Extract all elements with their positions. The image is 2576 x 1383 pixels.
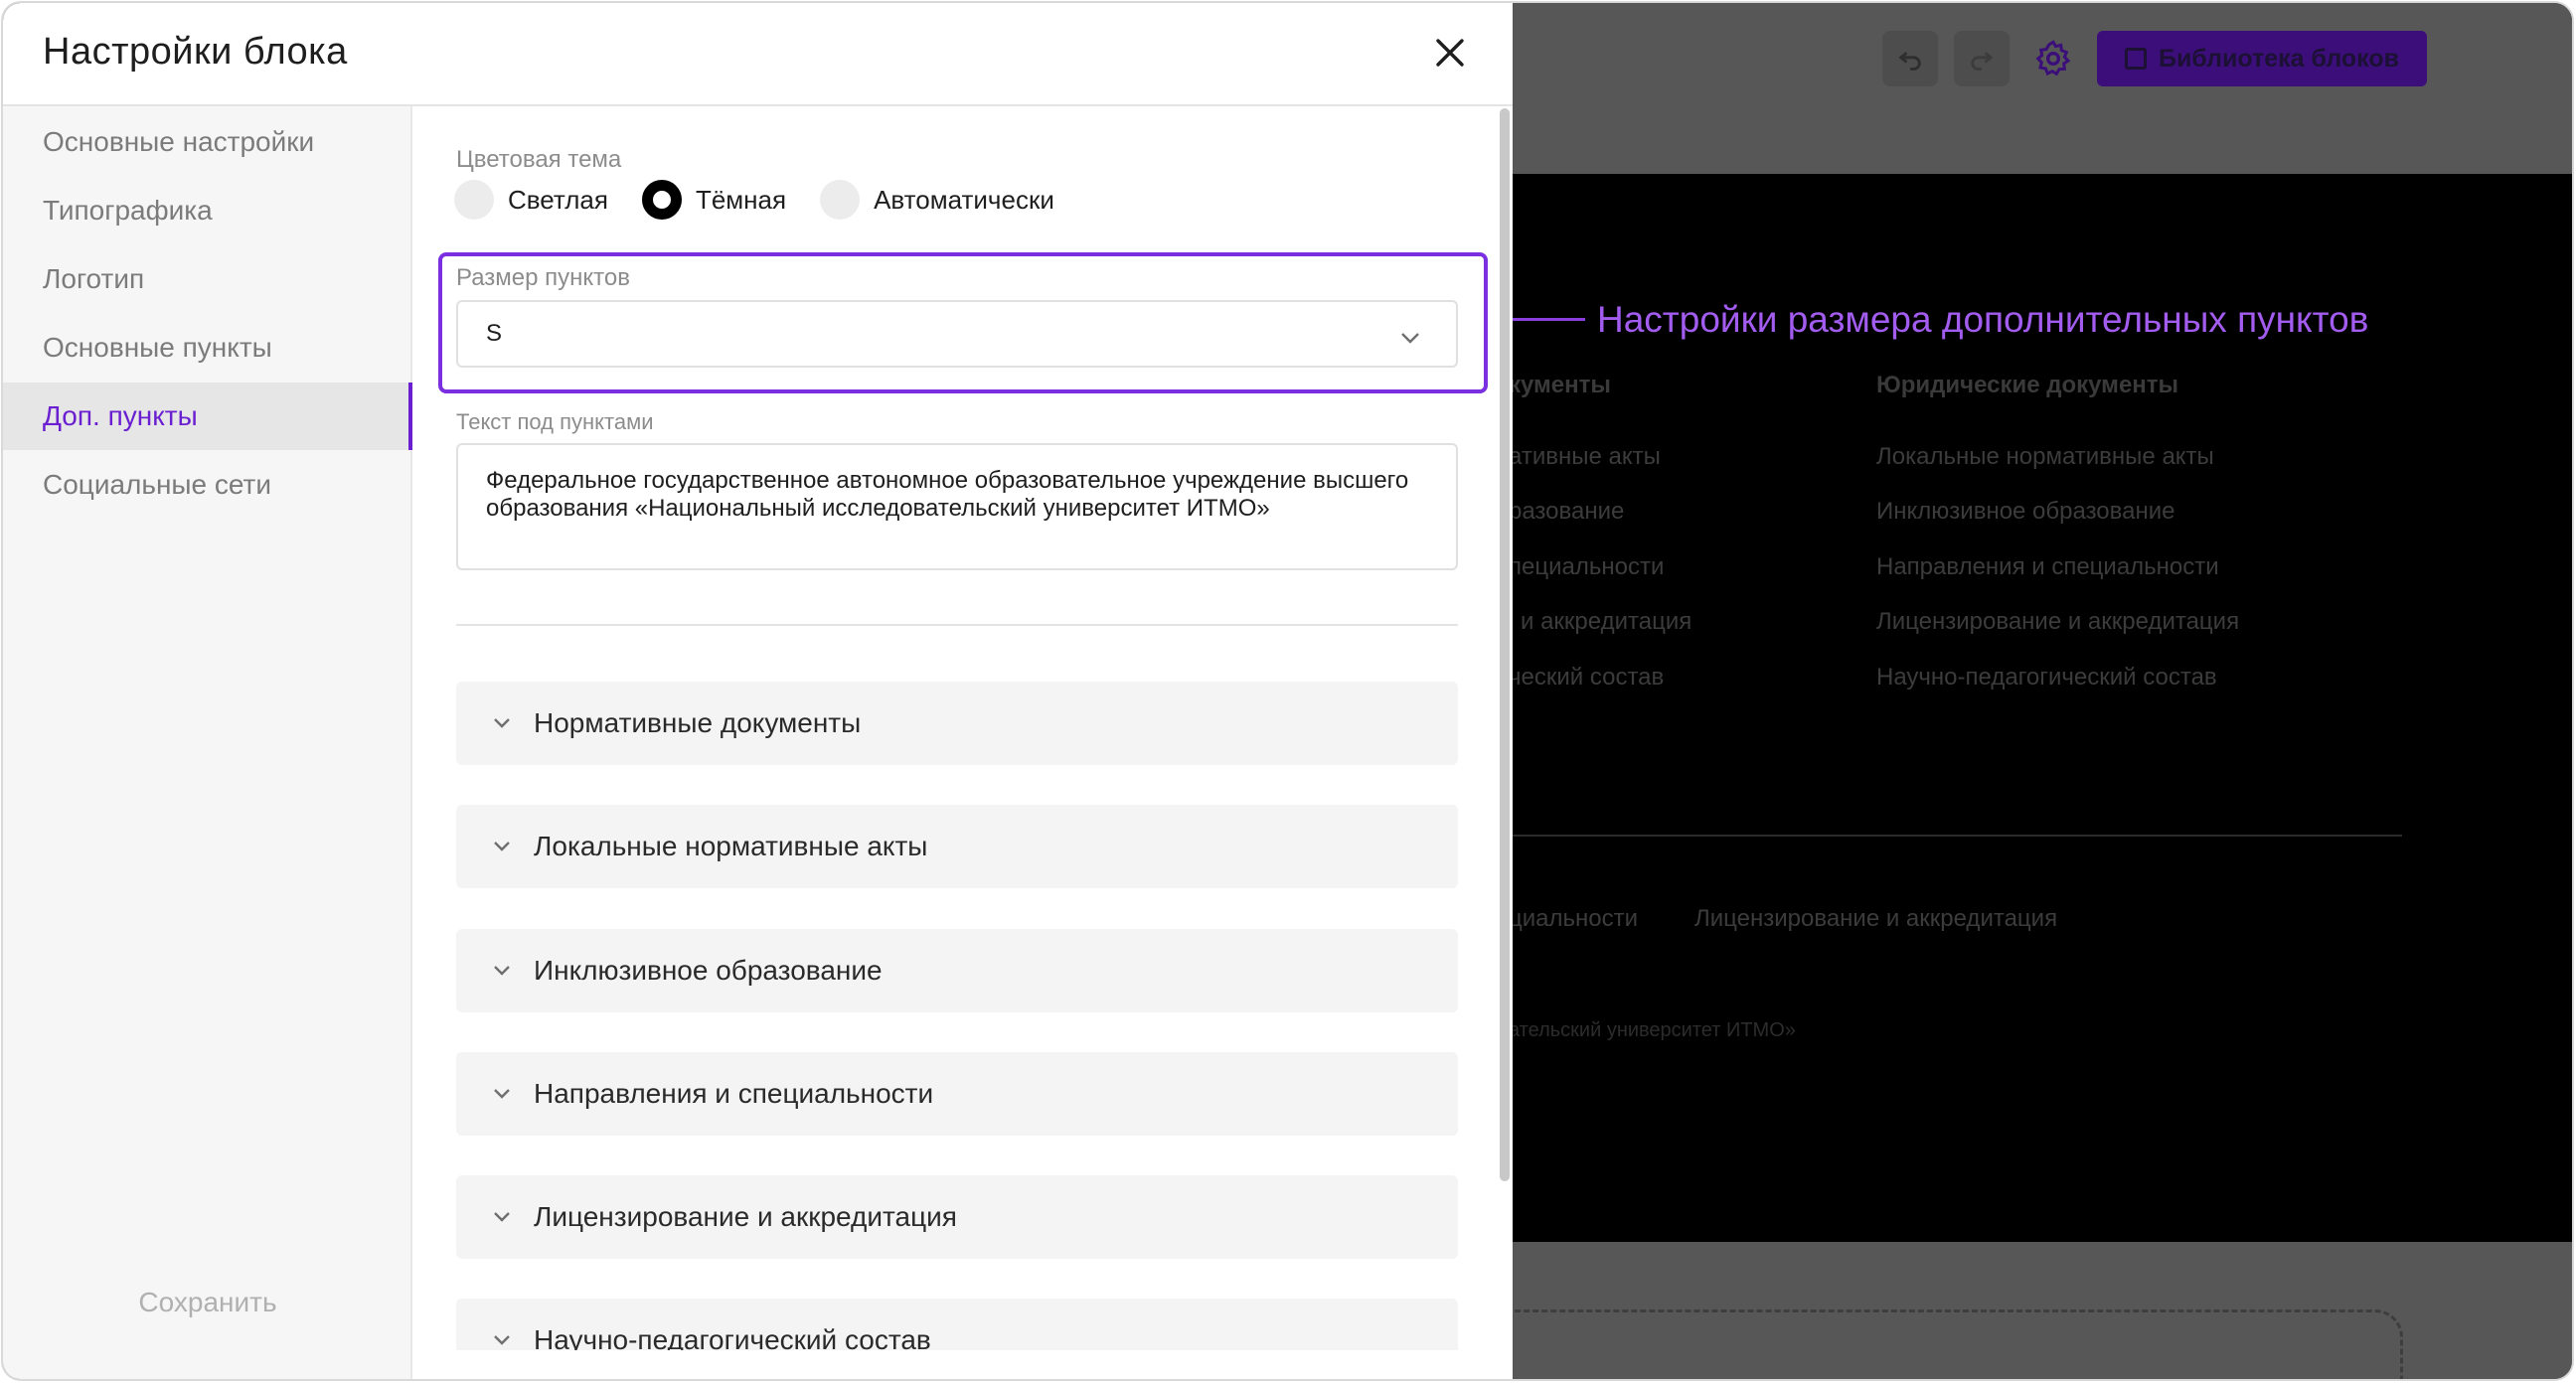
modal-header: Настройки блока xyxy=(3,3,1513,106)
screenshot-frame: Библиотека блоков кументы ативные акты р… xyxy=(1,1,2574,1381)
drop-zone xyxy=(1424,1309,2403,1379)
redo-icon xyxy=(1971,52,1994,71)
accordion-item[interactable]: Научно-педагогический состав xyxy=(456,1299,1458,1350)
block-library-label: Библиотека блоков xyxy=(2158,44,2399,73)
gear-icon xyxy=(2035,40,2071,77)
footer-col2-title: Юридические документы xyxy=(1876,372,2179,398)
sidebar-item-logo[interactable]: Логотип xyxy=(3,245,412,313)
chevron-down-icon xyxy=(1401,333,1419,344)
theme-option-auto[interactable]: Автоматически xyxy=(820,180,1054,220)
item-size-label: Размер пунктов xyxy=(456,264,630,291)
text-below-label: Текст под пунктами xyxy=(456,409,654,434)
accordion-item[interactable]: Локальные нормативные акты xyxy=(456,805,1458,888)
theme-option-light[interactable]: Светлая xyxy=(454,180,608,220)
footer-col1-title: кументы xyxy=(1509,372,1611,398)
undo-icon xyxy=(1898,52,1921,71)
chevron-down-icon xyxy=(494,1212,510,1222)
footer-col2-link: Лицензирование и аккредитация xyxy=(1876,608,2240,635)
footer-col1-link: разование xyxy=(1509,498,1625,525)
editor-toolbar: Библиотека блоков xyxy=(1881,31,2427,86)
chevron-down-icon xyxy=(494,1089,510,1099)
accordion-label: Локальные нормативные акты xyxy=(534,831,928,861)
sidebar-item-label: Основные настройки xyxy=(43,126,315,157)
settings-sidebar: Основные настройки Типографика Логотип О… xyxy=(3,106,412,1379)
sidebar-item-label: Доп. пункты xyxy=(43,400,198,431)
theme-option-label: Тёмная xyxy=(695,184,787,215)
theme-option-dark[interactable]: Тёмная xyxy=(641,180,787,220)
footer-copyright: ательский университет ИТМО» xyxy=(1509,1019,1796,1041)
footer-bottom-link: Лицензирование и аккредитация xyxy=(1694,905,2058,932)
sidebar-item-typography[interactable]: Типографика xyxy=(3,177,412,244)
accordion-label: Нормативные документы xyxy=(534,707,862,738)
chevron-down-icon xyxy=(494,842,510,851)
sidebar-item-social[interactable]: Социальные сети xyxy=(3,451,412,519)
footer-col2-link: Направления и специальности xyxy=(1876,553,2219,580)
accordion-label: Научно-педагогический состав xyxy=(534,1324,931,1350)
accordion-item[interactable]: Направления и специальности xyxy=(456,1052,1458,1136)
sidebar-item-label: Логотип xyxy=(43,263,145,294)
footer-col1-link: ативные акты xyxy=(1509,443,1661,470)
radio-button[interactable] xyxy=(454,180,494,220)
footer-col2-link: Локальные нормативные акты xyxy=(1876,443,2214,470)
library-icon xyxy=(2124,48,2147,70)
modal-title: Настройки блока xyxy=(43,31,348,73)
item-size-select[interactable]: S xyxy=(456,300,1458,368)
accordion-label: Направления и специальности xyxy=(534,1078,934,1109)
footer-col1-link: пециальности xyxy=(1509,553,1665,580)
callout-text: Настройки размера дополнительных пунктов xyxy=(1597,299,2369,340)
theme-label: Цветовая тема xyxy=(456,146,622,173)
footer-col2-link: Научно-педагогический состав xyxy=(1876,664,2217,691)
close-button[interactable] xyxy=(1430,33,1470,73)
section-divider xyxy=(456,624,1458,626)
settings-content: Цветовая тема Светлая Тёмная Автоматичес… xyxy=(414,108,1498,1350)
save-button[interactable]: Сохранить xyxy=(3,1287,412,1318)
undo-button[interactable] xyxy=(1881,31,1938,86)
theme-radio-group: Светлая Тёмная Автоматически xyxy=(454,180,1088,220)
footer-bottom-link: циальности xyxy=(1509,905,1639,932)
item-size-value: S xyxy=(486,320,503,347)
footer-col2-link: Инклюзивное образование xyxy=(1876,498,2175,525)
chevron-down-icon xyxy=(494,1335,510,1345)
block-library-button[interactable]: Библиотека блоков xyxy=(2096,31,2427,86)
scrollbar-thumb[interactable] xyxy=(1500,108,1510,1181)
footer-col1-link: ческий состав xyxy=(1509,664,1665,691)
text-below-textarea[interactable]: Федеральное государственное автономное о… xyxy=(456,443,1458,570)
radio-button[interactable] xyxy=(820,180,861,220)
accordion-label: Инклюзивное образование xyxy=(534,955,883,986)
theme-option-label: Автоматически xyxy=(874,184,1054,215)
accordion-item[interactable]: Инклюзивное образование xyxy=(456,929,1458,1012)
chevron-down-icon xyxy=(494,966,510,976)
block-settings-modal: Настройки блока Основные настройки Типог… xyxy=(3,3,1513,1379)
accordion-label: Лицензирование и аккредитация xyxy=(534,1201,957,1232)
redo-button[interactable] xyxy=(1953,31,2010,86)
sidebar-item-main-items[interactable]: Основные пункты xyxy=(3,314,412,382)
footer-col1-link: и аккредитация xyxy=(1521,608,1692,635)
settings-button[interactable] xyxy=(2025,31,2081,86)
chevron-down-icon xyxy=(494,718,510,728)
sidebar-item-main-settings[interactable]: Основные настройки xyxy=(3,108,412,176)
sidebar-item-label: Социальные сети xyxy=(43,469,272,500)
sidebar-item-extra-items[interactable]: Доп. пункты xyxy=(3,383,412,450)
sidebar-item-label: Основные пункты xyxy=(43,332,272,363)
theme-option-label: Светлая xyxy=(508,184,608,215)
sidebar-item-label: Типографика xyxy=(43,195,213,226)
footer-divider xyxy=(1494,835,2402,837)
accordion-item[interactable]: Лицензирование и аккредитация xyxy=(456,1175,1458,1259)
accordion-item[interactable]: Нормативные документы xyxy=(456,682,1458,765)
close-icon xyxy=(1436,39,1464,67)
radio-button-selected[interactable] xyxy=(641,180,682,220)
